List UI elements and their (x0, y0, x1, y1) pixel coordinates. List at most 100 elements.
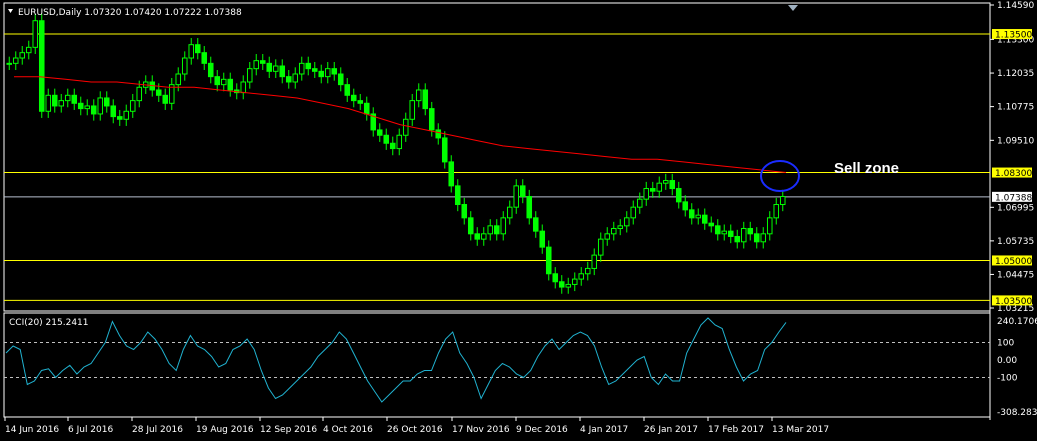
time-tick-label: 17 Feb 2017 (708, 425, 764, 435)
cci-panel-frame (3, 312, 991, 418)
candle-body (409, 100, 416, 120)
time-tick-label: 6 Jul 2016 (68, 425, 113, 435)
candle-body (760, 233, 767, 243)
candle-body (51, 94, 58, 107)
candle-body (116, 116, 123, 120)
candle-body (266, 62, 273, 72)
candle-body (19, 52, 26, 59)
cci-tick-label: 240.1706 (997, 317, 1037, 327)
candle-body (110, 105, 117, 118)
candle-body (402, 118, 409, 136)
cci-tick-label: -100 (997, 374, 1018, 384)
candle-body (662, 180, 669, 184)
candle-body (272, 65, 279, 72)
candle-body (129, 100, 136, 112)
candle-body (311, 68, 318, 72)
candle-body (246, 68, 253, 83)
candle-body (344, 84, 351, 96)
candle-body (617, 225, 624, 229)
candle-body (649, 188, 656, 192)
candle-body (305, 62, 312, 70)
moving-average-line (14, 76, 787, 173)
candle-body (487, 225, 494, 235)
candle-body (747, 227, 754, 235)
candle-body (331, 68, 338, 75)
time-tick-label: 19 Aug 2016 (196, 425, 254, 435)
time-tick-label: 14 Jun 2016 (5, 425, 59, 435)
candle-body (6, 62, 13, 65)
candle-body (571, 278, 578, 285)
candle-body (396, 134, 403, 150)
candle-body (773, 204, 780, 219)
candle-body (493, 225, 500, 235)
candle-body (77, 102, 84, 110)
candle-body (435, 129, 442, 139)
candle-body (610, 227, 617, 235)
candle-body (539, 230, 546, 248)
price-badge-label: 1.05000 (995, 257, 1032, 267)
chart-window[interactable]: 1.14590 1.13300 1.12035 1.10775 1.09510 1.069… (0, 0, 1037, 441)
candle-body (552, 273, 559, 283)
price-badge-label: 1.08300 (995, 169, 1032, 179)
candle-body (227, 78, 234, 91)
candle-body (357, 100, 364, 104)
candle-body (428, 108, 435, 131)
candle-body (714, 225, 721, 235)
price-tick-label: 1.05735 (997, 237, 1034, 247)
candle-body (688, 209, 695, 219)
candle-body (64, 94, 71, 102)
candle-body (701, 214, 708, 224)
candle-body (675, 188, 682, 203)
candle-body (558, 281, 565, 288)
cci-tick-label: -308.2831 (997, 408, 1037, 418)
candle-body (389, 142, 396, 150)
candle-body (25, 46, 32, 54)
candle-body (740, 227, 747, 243)
price-chart[interactable]: 1.145901.133001.120351.107751.095101.069… (0, 0, 1037, 441)
candle-body (298, 62, 305, 75)
chart-shift-marker-icon[interactable] (788, 5, 798, 11)
price-tick-label: 1.09510 (997, 136, 1034, 146)
candle-body (383, 134, 390, 144)
candle-body (201, 52, 208, 64)
candle-body (324, 68, 331, 78)
candle-body (363, 102, 370, 115)
candle-body (597, 238, 604, 256)
cci-line (5, 317, 787, 403)
candle-body (695, 214, 702, 219)
candle-body (441, 137, 448, 163)
candle-body (84, 105, 91, 110)
candle-body (45, 94, 52, 112)
candle-body (467, 217, 474, 235)
candle-body (584, 267, 591, 275)
candle-body (643, 188, 650, 200)
symbol-header: EURUSD,Daily 1.07320 1.07420 1.07222 1.0… (18, 8, 242, 18)
time-tick-label: 4 Oct 2016 (323, 425, 373, 435)
candle-body (318, 70, 325, 78)
candle-body (194, 44, 201, 54)
triangle-down-icon[interactable] (8, 9, 13, 13)
candle-body (448, 161, 455, 187)
price-tick-label: 1.12035 (997, 69, 1034, 79)
candle-body (461, 204, 468, 219)
candle-body (500, 217, 507, 235)
candle-body (636, 198, 643, 208)
sell-zone-circle (760, 160, 800, 192)
candle-body (350, 94, 357, 102)
candle-body (32, 20, 39, 48)
candle-body (578, 273, 585, 280)
candle-body (669, 180, 676, 190)
candle-body (519, 185, 526, 198)
candle-body (103, 97, 110, 107)
candle-body (292, 73, 299, 83)
candle-body (240, 81, 247, 94)
time-tick-label: 4 Jan 2017 (580, 425, 628, 435)
candle-body (545, 246, 552, 275)
candle-body (480, 233, 487, 240)
candle-body (279, 65, 286, 78)
cci-tick-label: 0.00 (997, 356, 1017, 366)
candle-body (181, 57, 188, 75)
price-badge-label: 1.13500 (995, 31, 1032, 41)
price-badge-label: 1.07388 (995, 193, 1032, 203)
candle-body (727, 230, 734, 237)
